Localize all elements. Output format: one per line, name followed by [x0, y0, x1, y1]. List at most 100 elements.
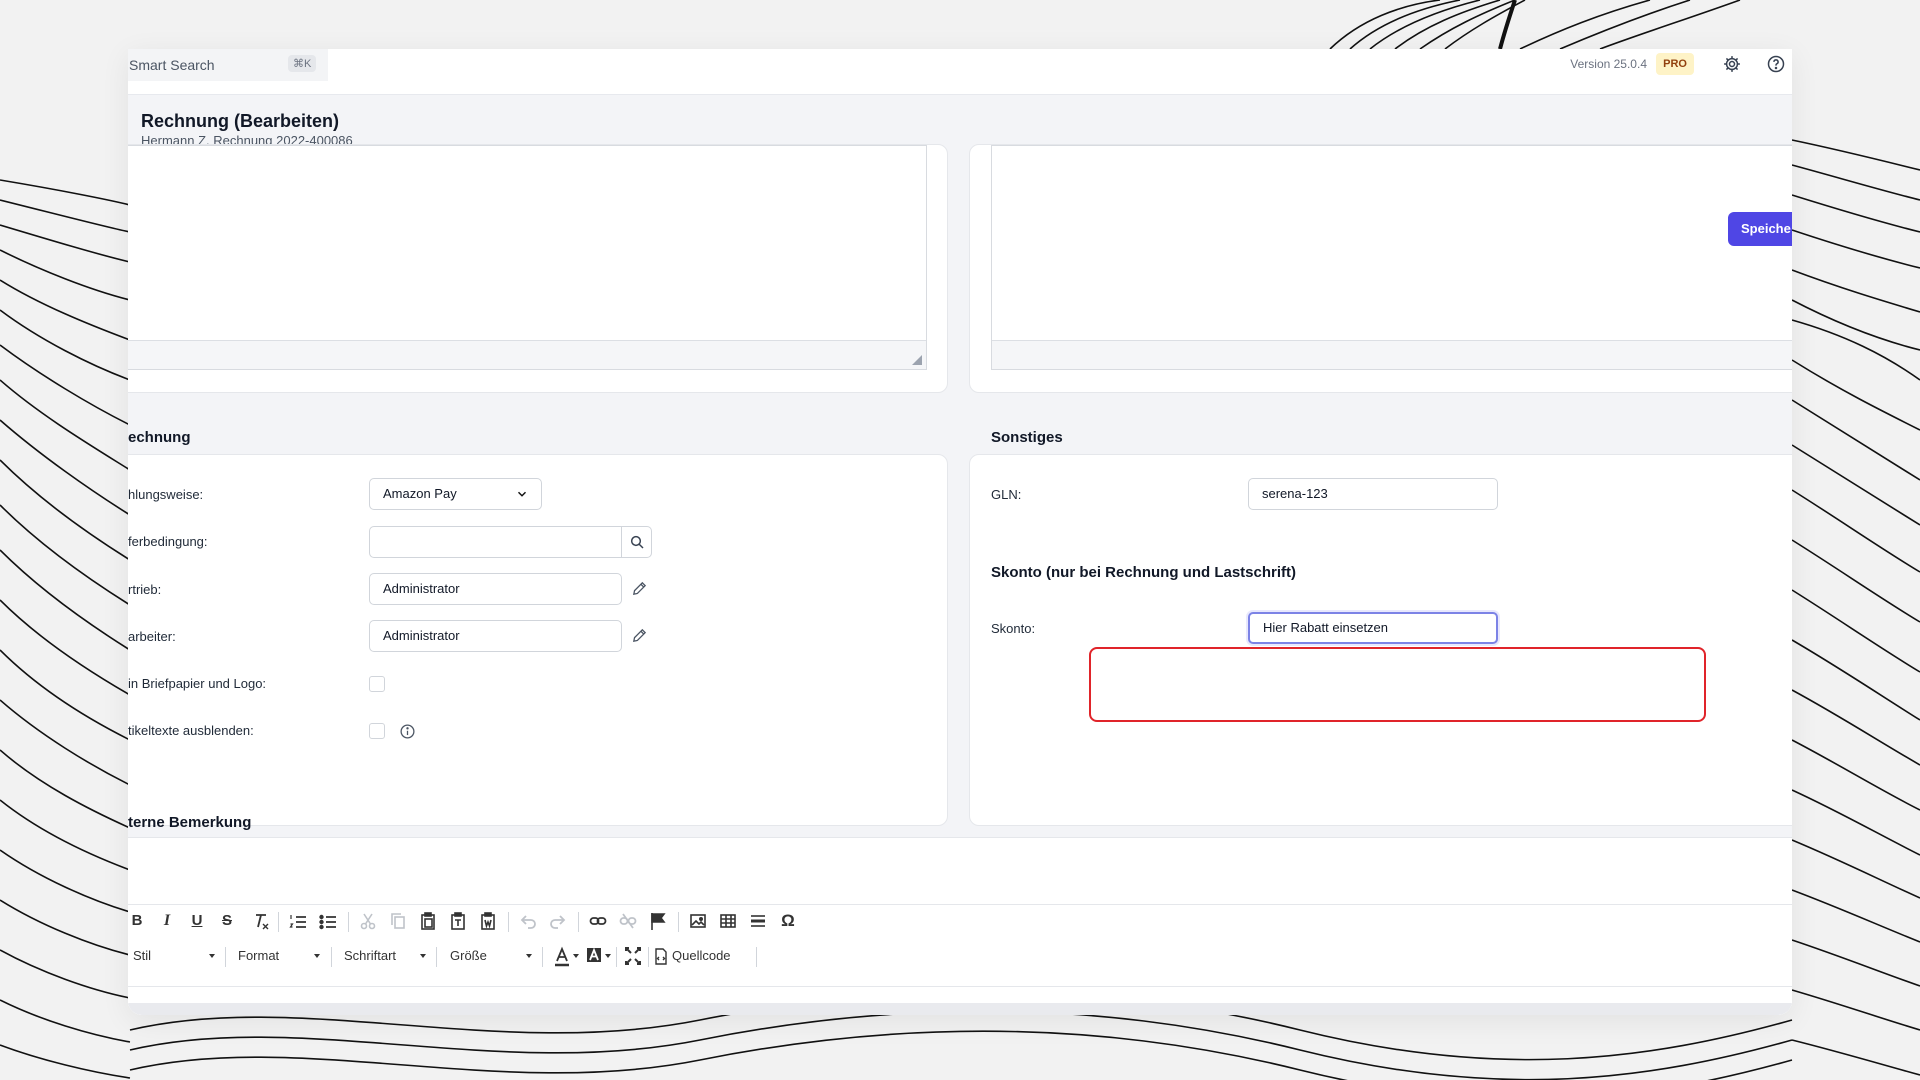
toolbar-separator: [348, 912, 349, 932]
bottom-scroll-strip: [128, 1003, 1792, 1015]
sonstiges-section-title: Sonstiges: [991, 429, 1063, 446]
staff-label: arbeiter:: [128, 629, 176, 644]
help-icon[interactable]: [1766, 54, 1786, 74]
delivery-terms-label: ferbedingung:: [128, 534, 208, 549]
size-dropdown[interactable]: Größe: [450, 945, 487, 967]
toolbar-separator: [225, 947, 226, 967]
page-title: Rechnung (Bearbeiten): [141, 111, 340, 131]
shortcut-badge: ⌘K: [288, 55, 317, 72]
sales-input[interactable]: Administrator: [369, 573, 622, 605]
strikethrough-button[interactable]: S: [220, 910, 234, 932]
chevron-down-icon: [517, 491, 527, 497]
delivery-terms-input[interactable]: [369, 526, 622, 558]
undo-icon[interactable]: [519, 910, 537, 932]
bullet-list-icon[interactable]: [319, 910, 337, 932]
numbered-list-icon[interactable]: [289, 910, 307, 932]
version-label: Version 25.0.4: [1570, 57, 1647, 71]
gear-icon[interactable]: [1722, 54, 1742, 74]
background-color-icon[interactable]: [585, 945, 603, 967]
search-icon: [630, 535, 644, 549]
dropdown-arrow-icon: [209, 954, 215, 958]
toolbar-separator: [278, 912, 279, 932]
dropdown-arrow-icon: [420, 954, 426, 958]
gln-value: serena-123: [1262, 486, 1328, 501]
top-bar: Smart Search ⌘K Version 25.0.4 PRO: [128, 49, 1792, 95]
dropdown-arrow-icon: [526, 954, 532, 958]
special-character-button[interactable]: Ω: [779, 910, 797, 932]
paste-icon[interactable]: [419, 910, 437, 932]
style-dropdown[interactable]: Stil: [133, 945, 151, 967]
skonto-section-title: Skonto (nur bei Rechnung und Lastschrift…: [991, 564, 1296, 581]
maximize-icon[interactable]: [624, 945, 642, 967]
toolbar-separator: [648, 947, 649, 967]
staff-input[interactable]: Administrator: [369, 620, 622, 652]
bold-button[interactable]: B: [130, 910, 144, 932]
horizontal-line-icon[interactable]: [749, 910, 767, 932]
skonto-value: Hier Rabatt einsetzen: [1263, 620, 1389, 635]
image-icon[interactable]: [689, 910, 707, 932]
skonto-input[interactable]: Hier Rabatt einsetzen: [1248, 612, 1498, 644]
smart-search-label: Smart Search: [129, 57, 215, 73]
info-icon[interactable]: [399, 723, 416, 740]
toolbar-separator: [542, 947, 543, 967]
gln-label: GLN:: [991, 487, 1022, 502]
pencil-icon[interactable]: [631, 627, 648, 644]
paste-word-icon[interactable]: [479, 910, 497, 932]
payment-method-value: Amazon Pay: [383, 486, 457, 501]
resize-handle-icon[interactable]: [912, 355, 922, 365]
sales-label: rtrieb:: [128, 582, 162, 597]
table-icon[interactable]: [719, 910, 737, 932]
sales-value: Administrator: [383, 581, 460, 596]
article-text-label: tikeltexte ausblenden:: [128, 723, 254, 738]
article-text-checkbox[interactable]: [369, 723, 385, 739]
redo-icon[interactable]: [549, 910, 567, 932]
toolbar-separator: [436, 947, 437, 967]
payment-method-label: hlungsweise:: [128, 487, 204, 502]
toolbar-separator: [508, 912, 509, 932]
letterhead-label: in Briefpapier und Logo:: [128, 676, 267, 691]
link-icon[interactable]: [589, 910, 607, 932]
copy-icon[interactable]: [389, 910, 407, 932]
editor-statusbar: [128, 340, 926, 369]
toolbar-separator: [616, 947, 617, 967]
skonto-highlight-box: [1089, 647, 1706, 722]
toolbar-separator: [756, 947, 757, 967]
paste-text-icon[interactable]: [449, 910, 467, 932]
app-window: Smart Search ⌘K Version 25.0.4 PRO Rechn…: [128, 49, 1792, 1015]
text-color-icon[interactable]: [553, 945, 571, 967]
skonto-label: Skonto:: [991, 621, 1036, 636]
anchor-flag-icon[interactable]: [649, 910, 667, 932]
right-text-editor[interactable]: [991, 145, 1792, 370]
editor-statusbar: [992, 340, 1792, 369]
toolbar-row-2: Stil Format Schriftart Größe Quellcode: [128, 939, 1792, 973]
font-dropdown[interactable]: Schriftart: [344, 945, 396, 967]
right-notes-card: [969, 144, 1792, 393]
remove-format-icon[interactable]: [252, 910, 270, 932]
save-button[interactable]: Speiche: [1728, 212, 1792, 246]
gln-input[interactable]: serena-123: [1248, 478, 1498, 510]
staff-value: Administrator: [383, 628, 460, 643]
cut-icon[interactable]: [359, 910, 377, 932]
dropdown-arrow-icon: [314, 954, 320, 958]
pro-badge: PRO: [1656, 53, 1694, 75]
left-notes-card: [128, 144, 948, 393]
left-text-editor[interactable]: [128, 145, 927, 370]
remarks-section-title: terne Bemerkung: [128, 814, 252, 831]
delivery-terms-search-button[interactable]: [622, 526, 652, 558]
source-code-button[interactable]: Quellcode: [672, 945, 731, 967]
format-dropdown[interactable]: Format: [238, 945, 279, 967]
toolbar-separator: [331, 947, 332, 967]
underline-button[interactable]: U: [190, 910, 204, 932]
smart-search-button[interactable]: Smart Search ⌘K: [128, 49, 328, 81]
dropdown-arrow-icon: [573, 954, 579, 958]
letterhead-checkbox[interactable]: [369, 676, 385, 692]
payment-method-select[interactable]: Amazon Pay: [369, 478, 542, 510]
pencil-icon[interactable]: [631, 580, 648, 597]
italic-button[interactable]: I: [160, 910, 174, 932]
toolbar-separator: [678, 912, 679, 932]
source-code-icon[interactable]: [654, 945, 668, 967]
unlink-icon[interactable]: [619, 910, 637, 932]
toolbar-row-1: B I U S Ω: [128, 904, 1792, 938]
toolbar-separator: [578, 912, 579, 932]
rechnung-section-title: echnung: [128, 429, 191, 446]
